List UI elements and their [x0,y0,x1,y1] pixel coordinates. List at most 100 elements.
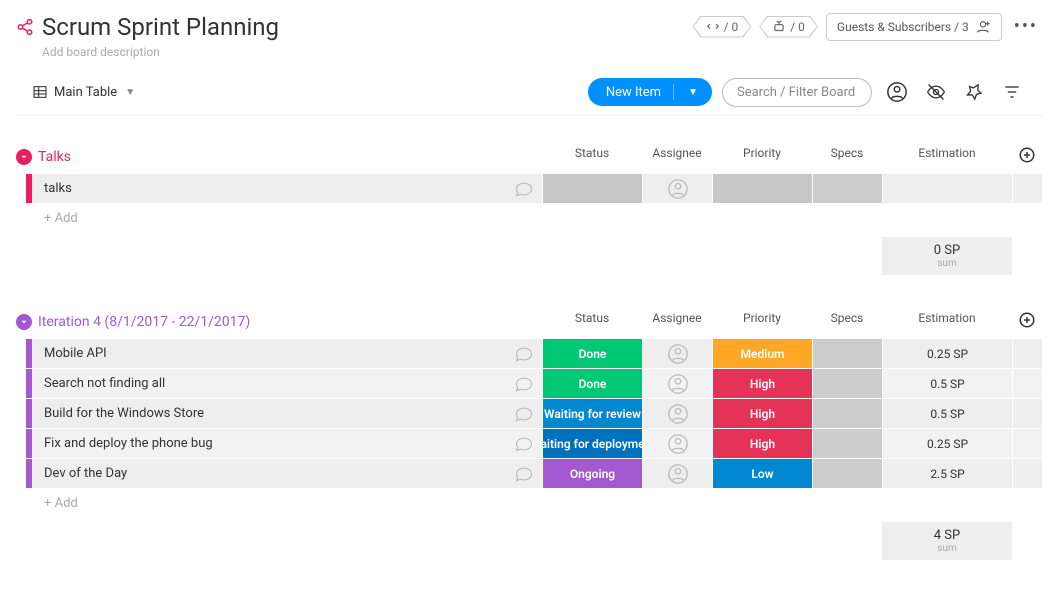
status-cell[interactable] [542,174,642,203]
person-filter-button[interactable] [882,77,912,107]
filter-button[interactable] [998,78,1026,106]
item-name-cell[interactable]: talks [32,174,542,203]
automation-2-count: / 0 [790,20,805,34]
column-header-status[interactable]: Status [542,311,642,332]
estimation-summary: 0 SPsum [882,237,1012,275]
person-circle-icon [667,373,689,395]
add-column-button[interactable] [1012,146,1042,167]
estimation-cell[interactable] [882,174,1012,203]
column-header-specs[interactable]: Specs [812,311,882,332]
estimation-summary: 4 SPsum [882,522,1012,560]
assignee-cell[interactable] [642,459,712,488]
row-end-spacer [1012,339,1042,368]
estimation-cell[interactable]: 2.5 SP [882,459,1012,488]
plus-circle-icon [1018,146,1036,164]
row-end-spacer [1012,429,1042,458]
group-talks: Talks StatusAssigneePrioritySpecsEstimati… [16,146,1042,275]
specs-cell[interactable] [812,369,882,398]
table-row[interactable]: Search not finding allDone High 0.5 SP [26,368,1042,398]
more-options-button[interactable]: ••• [1010,12,1042,41]
automation-indicator-2[interactable]: / 0 [759,16,818,38]
table-row[interactable]: Dev of the DayOngoing Low 2.5 SP [26,458,1042,488]
pin-button[interactable] [960,78,988,106]
automation-indicator-1[interactable]: / 0 [693,16,752,38]
table-row[interactable]: Mobile APIDone Medium 0.25 SP [26,338,1042,368]
summary-label: sum [886,543,1008,554]
chevron-down-icon: ▼ [688,87,698,98]
chat-icon[interactable] [514,374,534,394]
group-title[interactable]: Talks [38,149,71,165]
column-header-estimation[interactable]: Estimation [882,311,1012,332]
guests-subscribers-button[interactable]: Guests & Subscribers / 3 [826,13,1002,41]
priority-cell[interactable]: High [712,369,812,398]
add-item-row[interactable]: + Add [26,203,1042,233]
column-header-assignee[interactable]: Assignee [642,311,712,332]
add-item-row[interactable]: + Add [26,488,1042,518]
add-column-button[interactable] [1012,311,1042,332]
status-cell[interactable]: Done [542,339,642,368]
status-cell[interactable]: Ongoing [542,459,642,488]
chat-icon[interactable] [514,434,534,454]
group-collapse-button[interactable] [16,149,32,165]
assignee-cell[interactable] [642,399,712,428]
estimation-cell[interactable]: 0.5 SP [882,369,1012,398]
search-input[interactable] [722,78,872,107]
group-title[interactable]: Iteration 4 (8/1/2017 - 22/1/2017) [38,314,250,330]
group-collapse-button[interactable] [16,314,32,330]
priority-cell[interactable]: Low [712,459,812,488]
item-name-cell[interactable]: Mobile API [32,339,542,368]
priority-cell[interactable]: High [712,399,812,428]
assignee-cell[interactable] [642,339,712,368]
item-name-cell[interactable]: Search not finding all [32,369,542,398]
person-circle-icon [886,81,908,103]
board-title[interactable]: Scrum Sprint Planning [42,13,279,41]
assignee-cell[interactable] [642,174,712,203]
estimation-cell[interactable]: 0.25 SP [882,429,1012,458]
priority-cell[interactable] [712,174,812,203]
chat-icon[interactable] [514,404,534,424]
specs-cell[interactable] [812,399,882,428]
item-name-cell[interactable]: Build for the Windows Store [32,399,542,428]
eye-off-icon [926,82,946,102]
chat-icon[interactable] [514,344,534,364]
specs-cell[interactable] [812,459,882,488]
toolbar: Main Table ▼ New Item ▼ [16,59,1042,116]
person-circle-icon [667,403,689,425]
view-selector[interactable]: Main Table ▼ [32,84,135,100]
column-header-priority[interactable]: Priority [712,146,812,167]
priority-cell[interactable]: Medium [712,339,812,368]
specs-cell[interactable] [812,429,882,458]
new-item-button[interactable]: New Item ▼ [588,78,712,106]
item-name-cell[interactable]: Dev of the Day [32,459,542,488]
board-description[interactable]: Add board description [42,45,1042,59]
summary-value: 4 SP [886,528,1008,543]
estimation-cell[interactable]: 0.25 SP [882,339,1012,368]
column-header-priority[interactable]: Priority [712,311,812,332]
summary-value: 0 SP [886,243,1008,258]
column-header-specs[interactable]: Specs [812,146,882,167]
specs-cell[interactable] [812,174,882,203]
column-header-status[interactable]: Status [542,146,642,167]
person-circle-icon [667,178,689,200]
chat-icon[interactable] [514,464,534,484]
status-cell[interactable]: Waiting for review [542,399,642,428]
status-cell[interactable]: Waiting for deployme... [542,429,642,458]
table-row[interactable]: talks [26,173,1042,203]
plus-circle-icon [1018,311,1036,329]
column-header-assignee[interactable]: Assignee [642,146,712,167]
chat-icon[interactable] [514,179,534,199]
item-name-cell[interactable]: Fix and deploy the phone bug [32,429,542,458]
share-icon [16,18,34,36]
arrows-icon [706,20,720,34]
specs-cell[interactable] [812,339,882,368]
new-item-label: New Item [606,85,661,100]
hide-button[interactable] [922,78,950,106]
priority-cell[interactable]: High [712,429,812,458]
assignee-cell[interactable] [642,369,712,398]
table-row[interactable]: Fix and deploy the phone bugWaiting for … [26,428,1042,458]
estimation-cell[interactable]: 0.5 SP [882,399,1012,428]
status-cell[interactable]: Done [542,369,642,398]
table-row[interactable]: Build for the Windows StoreWaiting for r… [26,398,1042,428]
assignee-cell[interactable] [642,429,712,458]
column-header-estimation[interactable]: Estimation [882,146,1012,167]
